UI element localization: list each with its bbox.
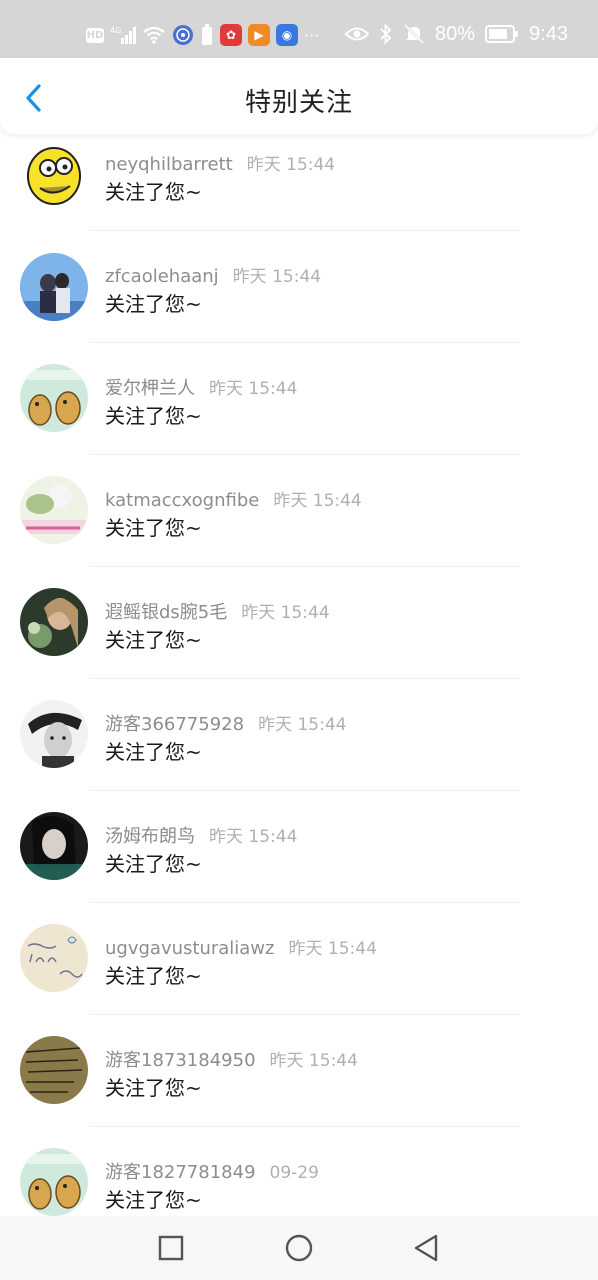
- divider: [90, 1014, 520, 1015]
- timestamp: 09-29: [269, 1163, 319, 1183]
- page-title: 特别关注: [244, 88, 353, 118]
- divider: [90, 342, 520, 343]
- avatar[interactable]: [20, 140, 88, 208]
- avatar[interactable]: [20, 1148, 88, 1216]
- nav-back-button[interactable]: [410, 1232, 442, 1264]
- user-name[interactable]: ugvgavusturaliawz 昨天 15:44: [105, 934, 377, 959]
- square-icon: [158, 1235, 184, 1261]
- divider: [90, 1126, 520, 1127]
- app-header: 特别关注: [0, 58, 598, 134]
- message-text: 关注了您~: [105, 404, 202, 428]
- divider: [90, 790, 520, 791]
- status-left-icons: HD 4G ✿ ▶ ◉ ···: [86, 22, 319, 48]
- message-text: 关注了您~: [105, 1076, 202, 1100]
- divider: [90, 678, 520, 679]
- message-text: 关注了您~: [105, 516, 202, 540]
- user-name[interactable]: zfcaolehaanj 昨天 15:44: [105, 262, 321, 287]
- timestamp: 昨天 15:44: [209, 379, 298, 399]
- system-nav-bar: [0, 1216, 598, 1280]
- clock: 9:43: [529, 22, 568, 45]
- recent-apps-button[interactable]: [155, 1232, 187, 1264]
- more-notifications-icon: ···: [304, 25, 320, 45]
- svg-text:4G: 4G: [110, 26, 121, 35]
- list-item[interactable]: 遐鳐银ds腕5毛 昨天 15:44 关注了您~: [0, 582, 598, 694]
- list-item[interactable]: katmaccxognfibe 昨天 15:44 关注了您~: [0, 470, 598, 582]
- timestamp: 昨天 15:44: [246, 155, 336, 175]
- circle-icon: [285, 1234, 313, 1262]
- message-text: 关注了您~: [105, 292, 202, 316]
- list-item[interactable]: 爱尔柙兰人 昨天 15:44 关注了您~: [0, 358, 598, 470]
- avatar[interactable]: [20, 588, 88, 656]
- user-name[interactable]: neyqhilbarrett 昨天 15:44: [105, 150, 335, 175]
- avatar[interactable]: [20, 476, 88, 544]
- user-name[interactable]: 游客1827781849 09-29: [105, 1158, 319, 1184]
- avatar[interactable]: [20, 364, 88, 432]
- huawei-app-icon: ✿: [220, 24, 242, 46]
- avatar[interactable]: [20, 253, 88, 321]
- baidu-app-icon: ◉: [276, 24, 298, 46]
- timestamp: 昨天 15:44: [241, 603, 330, 623]
- mute-icon: [403, 23, 425, 45]
- battery-saver-icon: [200, 24, 214, 46]
- list-item[interactable]: zfcaolehaanj 昨天 15:44 关注了您~: [0, 246, 598, 358]
- user-name[interactable]: 游客366775928 昨天 15:44: [105, 710, 346, 736]
- avatar[interactable]: [20, 924, 88, 992]
- music-app-icon: [172, 24, 194, 46]
- user-name[interactable]: 遐鳐银ds腕5毛 昨天 15:44: [105, 598, 330, 624]
- bluetooth-icon: [379, 23, 393, 45]
- list-item[interactable]: 游客366775928 昨天 15:44 关注了您~: [0, 694, 598, 806]
- list-item[interactable]: 汤姆布朗鸟 昨天 15:44 关注了您~: [0, 806, 598, 918]
- message-text: 关注了您~: [105, 852, 202, 876]
- divider: [90, 902, 520, 903]
- battery-icon: [485, 25, 519, 43]
- status-bar: HD 4G ✿ ▶ ◉ ··· 80% 9:43: [0, 0, 598, 66]
- avatar[interactable]: [20, 812, 88, 880]
- message-text: 关注了您~: [105, 1188, 202, 1212]
- list-item[interactable]: 游客1873184950 昨天 15:44 关注了您~: [0, 1030, 598, 1142]
- user-name[interactable]: 游客1873184950 昨天 15:44: [105, 1046, 358, 1072]
- timestamp: 昨天 15:44: [273, 491, 362, 511]
- cellular-signal-icon: 4G: [110, 25, 136, 45]
- avatar[interactable]: [20, 700, 88, 768]
- list-item[interactable]: 游客1827781849 09-29 关注了您~: [0, 1142, 598, 1216]
- timestamp: 昨天 15:44: [209, 827, 298, 847]
- divider: [90, 566, 520, 567]
- home-button[interactable]: [283, 1232, 315, 1264]
- message-text: 关注了您~: [105, 628, 202, 652]
- list-item[interactable]: ugvgavusturaliawz 昨天 15:44 关注了您~: [0, 918, 598, 1030]
- user-name[interactable]: 爱尔柙兰人 昨天 15:44: [105, 374, 297, 400]
- timestamp: 昨天 15:44: [232, 267, 322, 287]
- message-text: 关注了您~: [105, 740, 202, 764]
- timestamp: 昨天 15:44: [288, 939, 377, 959]
- special-follow-list: neyqhilbarrett 昨天 15:44 关注了您~ zfcaolehaan…: [0, 134, 598, 1216]
- eye-comfort-icon: [345, 25, 370, 43]
- hd-icon: HD: [86, 27, 104, 43]
- user-name[interactable]: 汤姆布朗鸟 昨天 15:44: [105, 822, 297, 848]
- video-app-icon: ▶: [248, 24, 270, 46]
- message-text: 关注了您~: [105, 964, 202, 988]
- triangle-back-icon: [414, 1234, 438, 1262]
- battery-percent: 80%: [435, 22, 476, 45]
- divider: [90, 230, 520, 231]
- timestamp: 昨天 15:44: [269, 1051, 358, 1071]
- status-right-icons: 80% 9:43: [345, 20, 568, 48]
- message-text: 关注了您~: [105, 180, 202, 204]
- wifi-icon: [142, 25, 166, 45]
- divider: [90, 454, 520, 455]
- list-item[interactable]: neyqhilbarrett 昨天 15:44 关注了您~: [0, 134, 598, 246]
- avatar[interactable]: [20, 1036, 88, 1104]
- timestamp: 昨天 15:44: [258, 715, 347, 735]
- user-name[interactable]: katmaccxognfibe 昨天 15:44: [105, 486, 362, 511]
